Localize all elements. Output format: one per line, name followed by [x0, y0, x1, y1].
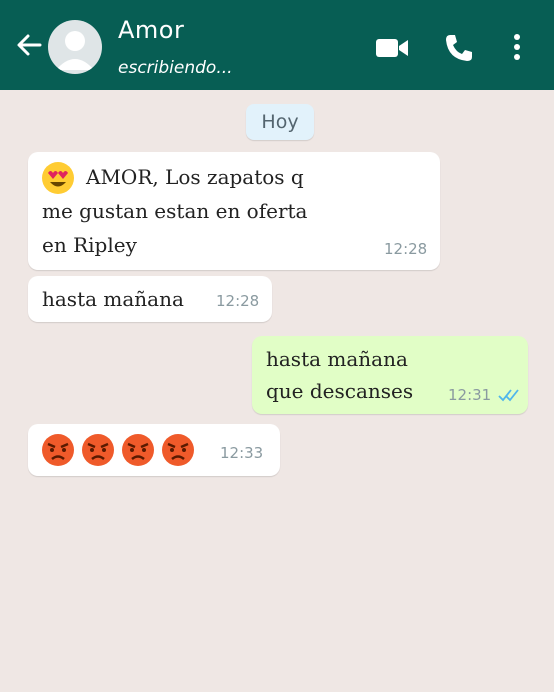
- date-label: Hoy: [246, 104, 314, 140]
- incoming-message[interactable]: 12:33: [28, 424, 280, 476]
- message-text: hasta mañana: [266, 347, 408, 371]
- message-time: 12:28: [216, 292, 260, 310]
- message-text: en Ripley: [42, 233, 137, 257]
- message-time: 12:28: [384, 240, 428, 258]
- typing-status: escribiendo...: [118, 58, 233, 78]
- outgoing-message[interactable]: hasta mañana que descanses 12:31: [252, 336, 528, 414]
- incoming-message[interactable]: AMOR, Los zapatos q me gustan estan en o…: [28, 152, 440, 270]
- heart-eyes-emoji: [42, 162, 74, 194]
- read-ticks-icon: [498, 389, 519, 402]
- angry-face-emoji: [82, 434, 114, 466]
- chat-area[interactable]: Hoy AMOR, Los zapatos q me gustan estan …: [0, 90, 554, 692]
- message-text: me gustan estan en oferta: [42, 199, 308, 223]
- angry-face-emoji: [122, 434, 154, 466]
- more-options-icon[interactable]: [510, 32, 524, 62]
- message-text: que descanses: [266, 379, 414, 403]
- message-text: AMOR, Los zapatos q: [86, 165, 304, 189]
- contact-name[interactable]: Amor: [118, 16, 184, 44]
- message-time: 12:33: [220, 444, 264, 462]
- phone-icon[interactable]: [442, 32, 474, 64]
- back-arrow-icon[interactable]: [14, 30, 44, 60]
- message-time: 12:31: [448, 386, 492, 404]
- angry-face-emoji: [42, 434, 74, 466]
- chat-header: Amor escribiendo...: [0, 0, 554, 90]
- video-call-icon[interactable]: [374, 36, 412, 60]
- message-text: hasta mañana: [42, 287, 184, 311]
- angry-face-emoji: [162, 434, 194, 466]
- avatar[interactable]: [48, 20, 102, 74]
- incoming-message[interactable]: hasta mañana 12:28: [28, 276, 272, 322]
